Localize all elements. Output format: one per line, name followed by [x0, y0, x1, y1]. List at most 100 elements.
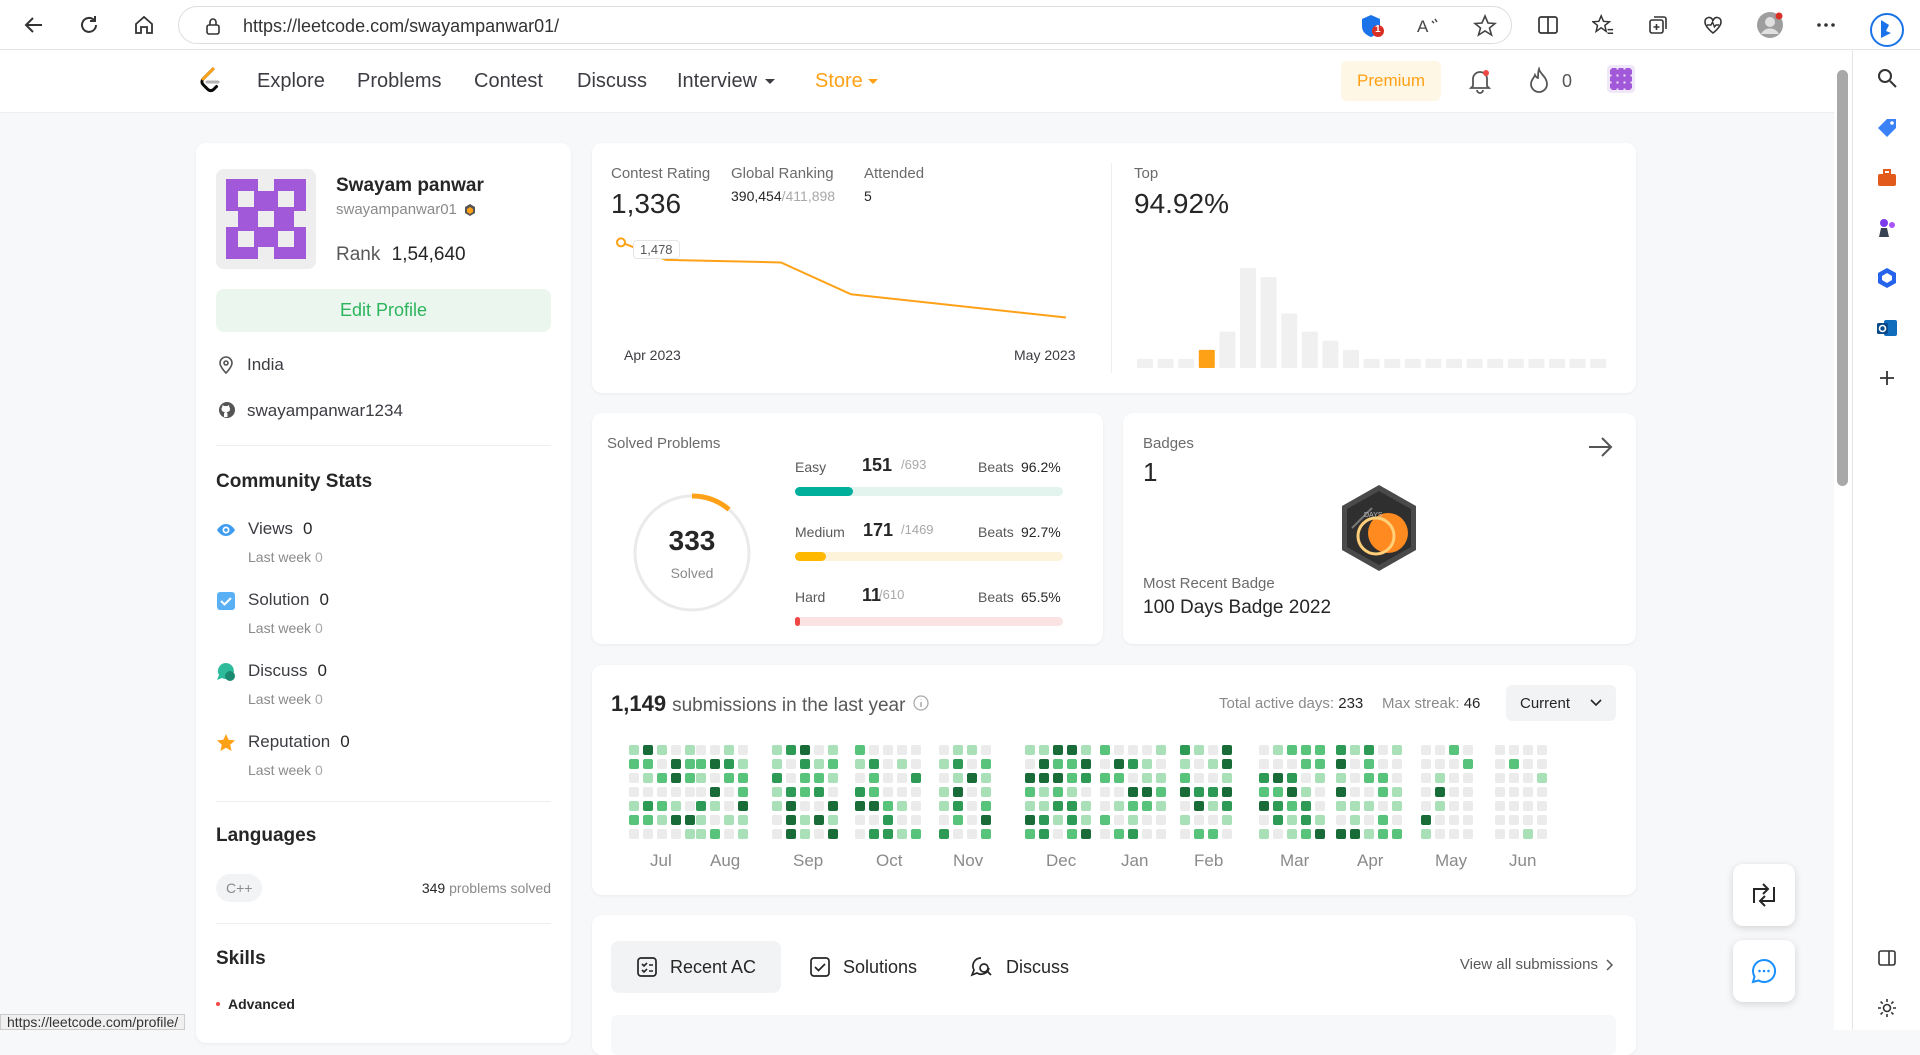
heatmap-cell[interactable]: [1495, 745, 1505, 755]
heatmap-cell[interactable]: [1100, 787, 1110, 797]
leetcode-logo[interactable]: [198, 66, 222, 96]
heatmap-cell[interactable]: [1114, 815, 1124, 825]
heatmap-cell[interactable]: [897, 815, 907, 825]
sidebar-outlook-button[interactable]: [1873, 314, 1901, 342]
heatmap-cell[interactable]: [828, 815, 838, 825]
heatmap-cell[interactable]: [629, 801, 639, 811]
read-aloud-button[interactable]: A: [1417, 15, 1441, 37]
heatmap-cell[interactable]: [657, 829, 667, 839]
heatmap-cell[interactable]: [855, 759, 865, 769]
heatmap-cell[interactable]: [1537, 759, 1547, 769]
heatmap-cell[interactable]: [855, 815, 865, 825]
heatmap-cell[interactable]: [1142, 759, 1152, 769]
heatmap-cell[interactable]: [967, 829, 977, 839]
sidebar-add-button[interactable]: [1873, 364, 1901, 392]
heatmap-cell[interactable]: [800, 829, 810, 839]
heatmap-cell[interactable]: [1114, 787, 1124, 797]
heatmap-cell[interactable]: [1273, 745, 1283, 755]
heatmap-cell[interactable]: [1463, 745, 1473, 755]
heatmap-cell[interactable]: [939, 759, 949, 769]
arrow-right-icon[interactable]: [1587, 435, 1615, 459]
heatmap-cell[interactable]: [1364, 773, 1374, 783]
heatmap-cell[interactable]: [1287, 815, 1297, 825]
rating-point[interactable]: [616, 237, 626, 248]
heatmap-cell[interactable]: [939, 829, 949, 839]
distribution-bar[interactable]: [1404, 358, 1421, 368]
nav-interview[interactable]: Interview: [677, 70, 757, 93]
heatmap-cell[interactable]: [657, 815, 667, 825]
view-all-submissions-link[interactable]: View all submissions: [1460, 956, 1614, 973]
distribution-bar[interactable]: [1466, 358, 1483, 368]
heatmap-cell[interactable]: [685, 745, 695, 755]
heatmap-cell[interactable]: [1435, 745, 1445, 755]
distribution-bar[interactable]: [1137, 358, 1153, 368]
heatmap-cell[interactable]: [696, 787, 706, 797]
heatmap-cell[interactable]: [685, 759, 695, 769]
heatmap-cell[interactable]: [1222, 829, 1232, 839]
browser-essentials-button[interactable]: [1699, 11, 1727, 39]
heatmap-cell[interactable]: [1287, 773, 1297, 783]
heatmap-cell[interactable]: [1222, 773, 1232, 783]
heatmap-cell[interactable]: [1114, 773, 1124, 783]
extension-button[interactable]: 1: [1359, 13, 1385, 39]
heatmap-cell[interactable]: [724, 773, 734, 783]
distribution-bar[interactable]: [1281, 313, 1298, 368]
heatmap-cell[interactable]: [911, 773, 921, 783]
heatmap-cell[interactable]: [814, 801, 824, 811]
heatmap-cell[interactable]: [814, 829, 824, 839]
heatmap-cell[interactable]: [1180, 787, 1190, 797]
heatmap-cell[interactable]: [1378, 815, 1388, 825]
heatmap-cell[interactable]: [1463, 815, 1473, 825]
notifications-button[interactable]: [1468, 68, 1492, 94]
heatmap-cell[interactable]: [1081, 759, 1091, 769]
heatmap-cell[interactable]: [786, 787, 796, 797]
heatmap-cell[interactable]: [1350, 787, 1360, 797]
heatmap-cell[interactable]: [855, 829, 865, 839]
heatmap-cell[interactable]: [671, 829, 681, 839]
heatmap-cell[interactable]: [724, 801, 734, 811]
heatmap-cell[interactable]: [1128, 773, 1138, 783]
heatmap-cell[interactable]: [1301, 815, 1311, 825]
heatmap-cell[interactable]: [1259, 745, 1269, 755]
heatmap-cell[interactable]: [828, 745, 838, 755]
heatmap-cell[interactable]: [1435, 815, 1445, 825]
heatmap-cell[interactable]: [1495, 815, 1505, 825]
heatmap-cell[interactable]: [710, 787, 720, 797]
heatmap-cell[interactable]: [883, 829, 893, 839]
heatmap-cell[interactable]: [981, 801, 991, 811]
heatmap-cell[interactable]: [855, 745, 865, 755]
heatmap-cell[interactable]: [855, 773, 865, 783]
heatmap-cell[interactable]: [710, 759, 720, 769]
heatmap-cell[interactable]: [1208, 745, 1218, 755]
heatmap-cell[interactable]: [671, 815, 681, 825]
heatmap-cell[interactable]: [643, 759, 653, 769]
heatmap-cell[interactable]: [1067, 773, 1077, 783]
heatmap-cell[interactable]: [869, 745, 879, 755]
heatmap-cell[interactable]: [1100, 815, 1110, 825]
heatmap-cell[interactable]: [671, 787, 681, 797]
heatmap-cell[interactable]: [629, 829, 639, 839]
sidebar-search-button[interactable]: [1873, 64, 1901, 92]
heatmap-cell[interactable]: [1194, 829, 1204, 839]
heatmap-cell[interactable]: [1128, 815, 1138, 825]
heatmap-cell[interactable]: [828, 829, 838, 839]
heatmap-cell[interactable]: [657, 745, 667, 755]
heatmap-cell[interactable]: [1301, 787, 1311, 797]
heatmap-cell[interactable]: [1156, 787, 1166, 797]
heatmap-cell[interactable]: [710, 829, 720, 839]
nav-explore[interactable]: Explore: [257, 70, 325, 93]
heatmap-cell[interactable]: [1039, 815, 1049, 825]
heatmap-cell[interactable]: [1156, 759, 1166, 769]
heatmap-cell[interactable]: [1435, 787, 1445, 797]
heatmap-cell[interactable]: [883, 745, 893, 755]
heatmap-cell[interactable]: [1039, 801, 1049, 811]
heatmap-cell[interactable]: [1208, 801, 1218, 811]
heatmap-cell[interactable]: [1025, 745, 1035, 755]
sidebar-office-button[interactable]: [1873, 264, 1901, 292]
heatmap-cell[interactable]: [953, 745, 963, 755]
heatmap-cell[interactable]: [981, 787, 991, 797]
heatmap-cell[interactable]: [643, 773, 653, 783]
heatmap-cell[interactable]: [1336, 829, 1346, 839]
heatmap-cell[interactable]: [738, 801, 748, 811]
heatmap-cell[interactable]: [1081, 745, 1091, 755]
